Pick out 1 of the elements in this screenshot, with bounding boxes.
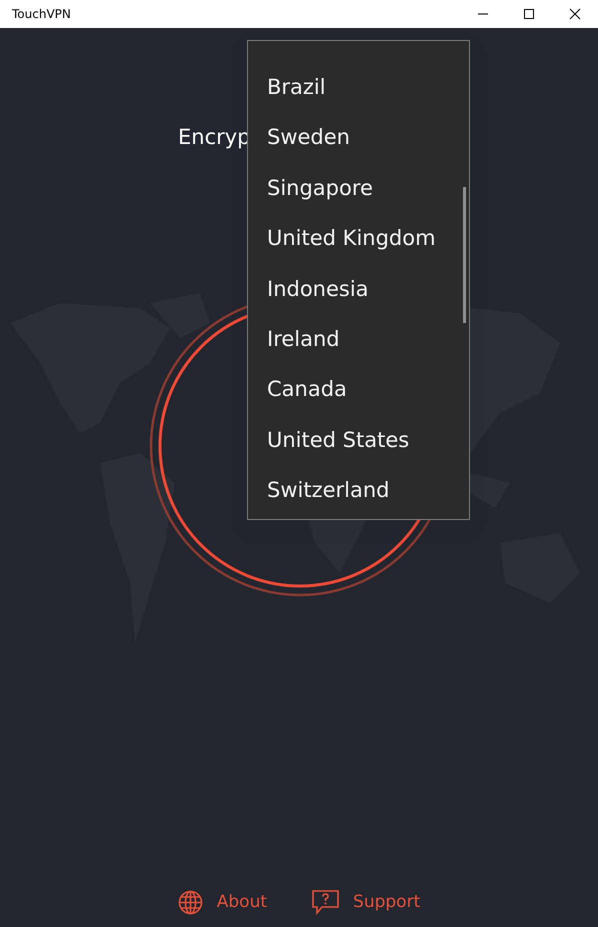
window-title: TouchVPN	[11, 6, 71, 23]
